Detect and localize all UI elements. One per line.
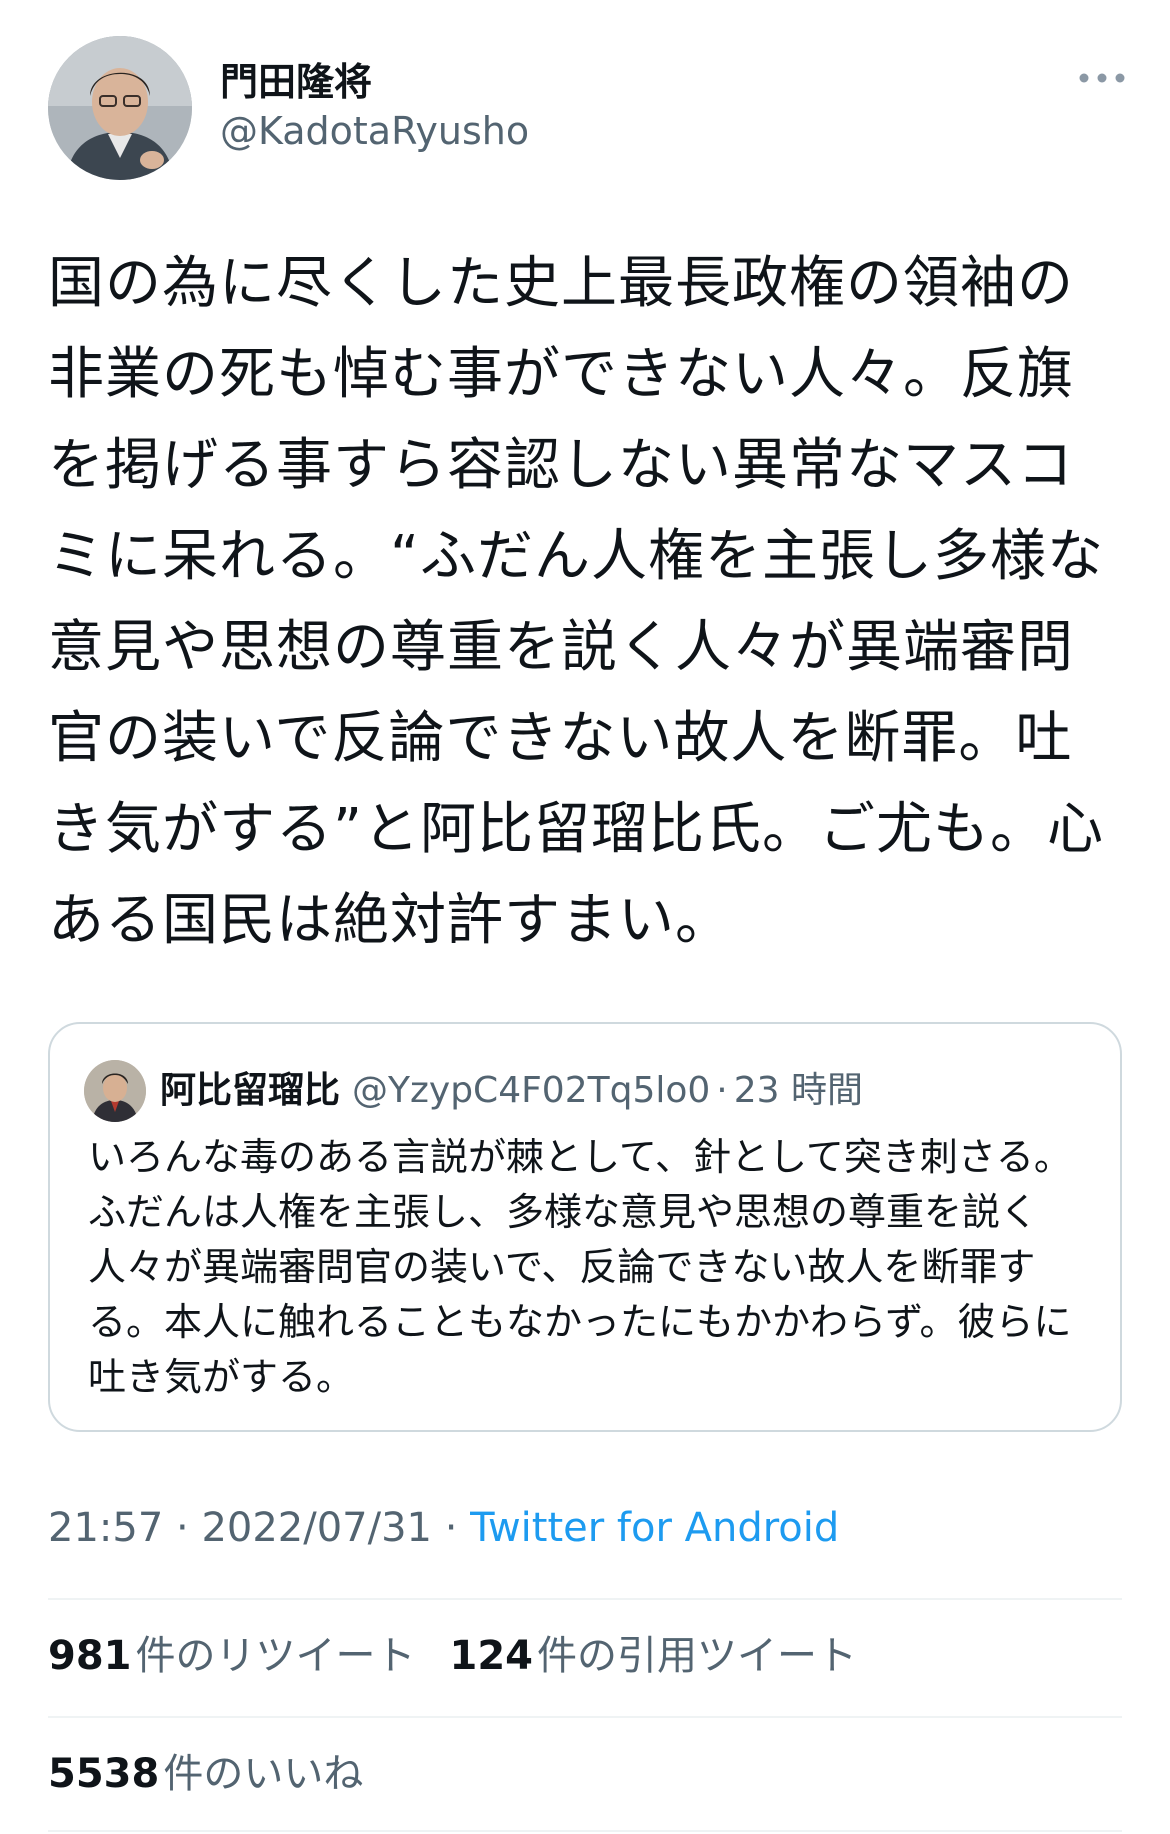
divider-top (48, 1598, 1122, 1600)
quoted-tweet[interactable]: 阿比留瑠比 @YzypC4F02Tq5lo0 · 23 時間 いろんな毒のある言説が棘… (48, 1022, 1122, 1432)
more-horizontal-icon[interactable] (1076, 66, 1128, 90)
quotes-count: 124 (449, 1633, 534, 1679)
retweets-count: 981 (48, 1633, 132, 1679)
retweets-label: 件のリツイート (135, 1633, 416, 1679)
meta-separator: · (176, 1505, 189, 1551)
divider-middle (48, 1716, 1122, 1718)
tweet-date[interactable]: 2022/07/31 (201, 1505, 432, 1551)
likes-stat[interactable]: 5538 件のいいね (48, 1751, 363, 1797)
quoted-author-name: 阿比留瑠比 (160, 1070, 341, 1111)
stats-row-likes: 5538 件のいいね (48, 1746, 363, 1802)
tweet-source-link[interactable]: Twitter for Android (470, 1505, 839, 1551)
retweets-stat[interactable]: 981 件のリツイート (48, 1633, 416, 1679)
quoted-tweet-text: いろんな毒のある言説が棘として、針として突き刺さる。ふだんは人権を主張し、多様な… (88, 1135, 1072, 1399)
author-names: 門田隆将 @KadotaRyusho (220, 58, 529, 156)
likes-label: 件のいいね (163, 1751, 364, 1797)
quoted-tweet-header: 阿比留瑠比 @YzypC4F02Tq5lo0 · 23 時間 (160, 1062, 863, 1120)
quoted-author-avatar (84, 1060, 146, 1122)
quoted-separator: · (716, 1070, 728, 1111)
author-handle[interactable]: @KadotaRyusho (220, 106, 529, 156)
divider-bottom (48, 1830, 1122, 1832)
quotes-label: 件の引用ツイート (537, 1633, 857, 1679)
tweet-body-text: 国の為に尽くした史上最長政権の領袖の非業の死も悼む事ができない人々。反旗を掲げる… (48, 251, 1105, 953)
tweet-time[interactable]: 21:57 (48, 1505, 163, 1551)
stats-row-retweets: 981 件のリツイート 124 件の引用ツイート (48, 1628, 857, 1684)
tweet-meta: 21:57 · 2022/07/31 · Twitter for Android (48, 1500, 839, 1556)
likes-count: 5538 (48, 1751, 160, 1797)
quotes-stat[interactable]: 124 件の引用ツイート (450, 1633, 858, 1679)
author-avatar[interactable] (48, 36, 192, 180)
quoted-author-handle: @YzypC4F02Tq5lo0 (352, 1070, 711, 1111)
tweet-header: 門田隆将 @KadotaRyusho (48, 36, 1128, 186)
author-display-name[interactable]: 門田隆将 (220, 58, 529, 106)
quoted-time: 23 時間 (733, 1070, 864, 1111)
meta-separator-2: · (444, 1505, 458, 1551)
